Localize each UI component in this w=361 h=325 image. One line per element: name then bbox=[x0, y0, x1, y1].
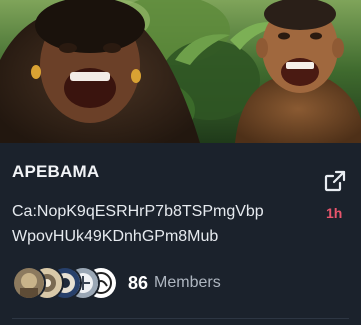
contract-address[interactable]: Ca:NopK9qESRHrP7b8TSPmgVbp WpovHUk49KDnh… bbox=[12, 199, 312, 249]
time-ago: 1h bbox=[326, 205, 343, 221]
external-link-button[interactable] bbox=[322, 168, 348, 194]
contract-address-line-2: WpovHUk49KDnhGPm8Mub bbox=[12, 228, 219, 245]
members-row[interactable]: 86 Members bbox=[12, 266, 221, 300]
member-count-label: Members bbox=[154, 274, 221, 291]
member-count: 86 bbox=[128, 272, 149, 293]
member-avatars bbox=[12, 266, 118, 300]
contract-address-line-1: Ca:NopK9qESRHrP7b8TSPmgVbp bbox=[12, 203, 264, 220]
external-link-icon bbox=[324, 170, 346, 192]
avatar bbox=[12, 266, 46, 300]
divider bbox=[12, 318, 349, 319]
banner-image bbox=[0, 0, 361, 143]
community-title: APEBAMA bbox=[12, 162, 100, 181]
community-card[interactable]: APEBAMA Ca:NopK9qESRHrP7b8TSPmgVbp WpovH… bbox=[0, 0, 361, 325]
